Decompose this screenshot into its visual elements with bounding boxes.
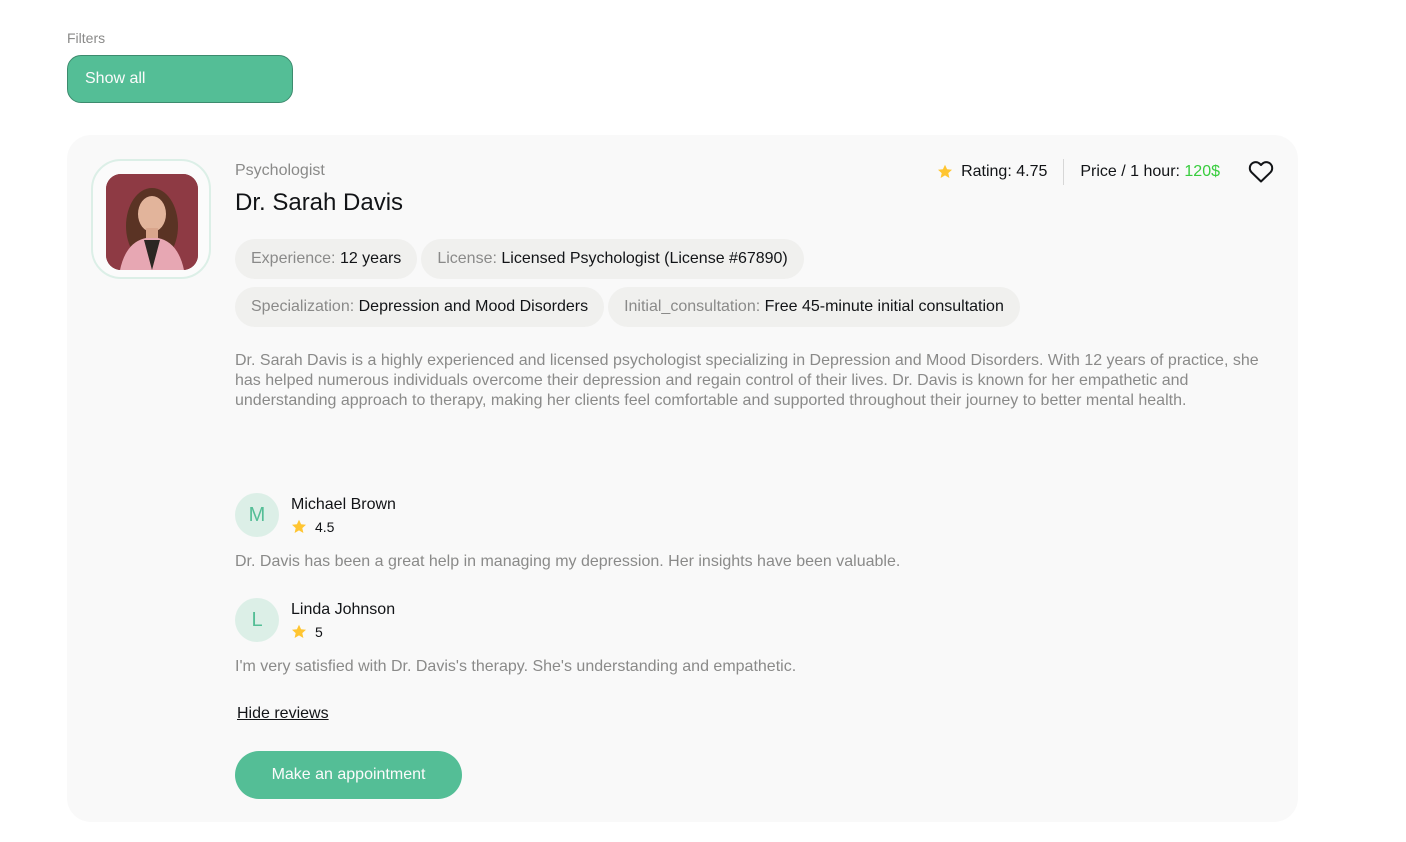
doctor-details: Experience: 12 years License: Licensed P… [235, 239, 1115, 327]
review-header: M Michael Brown 4.5 [235, 493, 396, 537]
chip-key: License: [437, 250, 502, 267]
star-icon [938, 164, 953, 178]
chip-license: License: Licensed Psychologist (License … [421, 239, 804, 279]
chip-key: Initial_consultation: [624, 298, 765, 315]
chip-key: Specialization: [251, 298, 359, 315]
chip-value: Free 45-minute initial consultation [764, 298, 1004, 315]
star-icon [292, 519, 306, 533]
review-rating: 4.5 [291, 519, 396, 535]
reviewer-avatar: L [235, 598, 279, 642]
price-label: Price / 1 hour: [1080, 163, 1185, 180]
chip-value: Licensed Psychologist (License #67890) [501, 250, 788, 267]
review-rating-value: 4.5 [315, 519, 335, 535]
hide-reviews-link[interactable]: Hide reviews [237, 705, 329, 723]
doctor-profession: Psychologist [235, 162, 325, 179]
reviewer-name: Michael Brown [291, 496, 396, 513]
review-header: L Linda Johnson 5 [235, 598, 395, 642]
review-rating-value: 5 [315, 624, 323, 640]
review-rating: 5 [291, 624, 395, 640]
filters-label: Filters [67, 30, 106, 46]
rating-label: Rating: 4.75 [961, 163, 1048, 180]
psychologist-card: Psychologist Dr. Sarah Davis Rating: 4.7… [67, 135, 1298, 822]
chip-value: Depression and Mood Disorders [358, 298, 589, 315]
chip-key: Experience: [251, 250, 340, 267]
doctor-rating: Rating: 4.75 [937, 163, 1047, 181]
rating-price-bar: Rating: 4.75 Price / 1 hour: 120$ [937, 159, 1274, 185]
price-info: Price / 1 hour: 120$ [1080, 163, 1220, 181]
doctor-name: Dr. Sarah Davis [235, 189, 404, 216]
review-comment: Dr. Davis has been a great help in manag… [235, 553, 901, 570]
chip-initial-consultation: Initial_consultation: Free 45-minute ini… [608, 287, 1020, 327]
doctor-photo [106, 174, 198, 270]
doctor-about: Dr. Sarah Davis is a highly experienced … [235, 352, 1259, 409]
avatar-frame [91, 159, 211, 279]
filter-select[interactable]: Show all [67, 55, 293, 103]
star-icon [292, 624, 306, 638]
review-comment: I'm very satisfied with Dr. Davis's ther… [235, 658, 797, 675]
divider [1063, 159, 1065, 185]
chip-value: 12 years [339, 250, 402, 267]
reviewer-name: Linda Johnson [291, 601, 396, 618]
chip-experience: Experience: 12 years [235, 239, 418, 279]
price-value: 120$ [1184, 163, 1220, 180]
heart-icon[interactable] [1248, 159, 1274, 185]
make-appointment-button[interactable]: Make an appointment [235, 751, 462, 799]
chip-specialization: Specialization: Depression and Mood Diso… [235, 287, 605, 327]
reviewer-avatar: M [235, 493, 279, 537]
